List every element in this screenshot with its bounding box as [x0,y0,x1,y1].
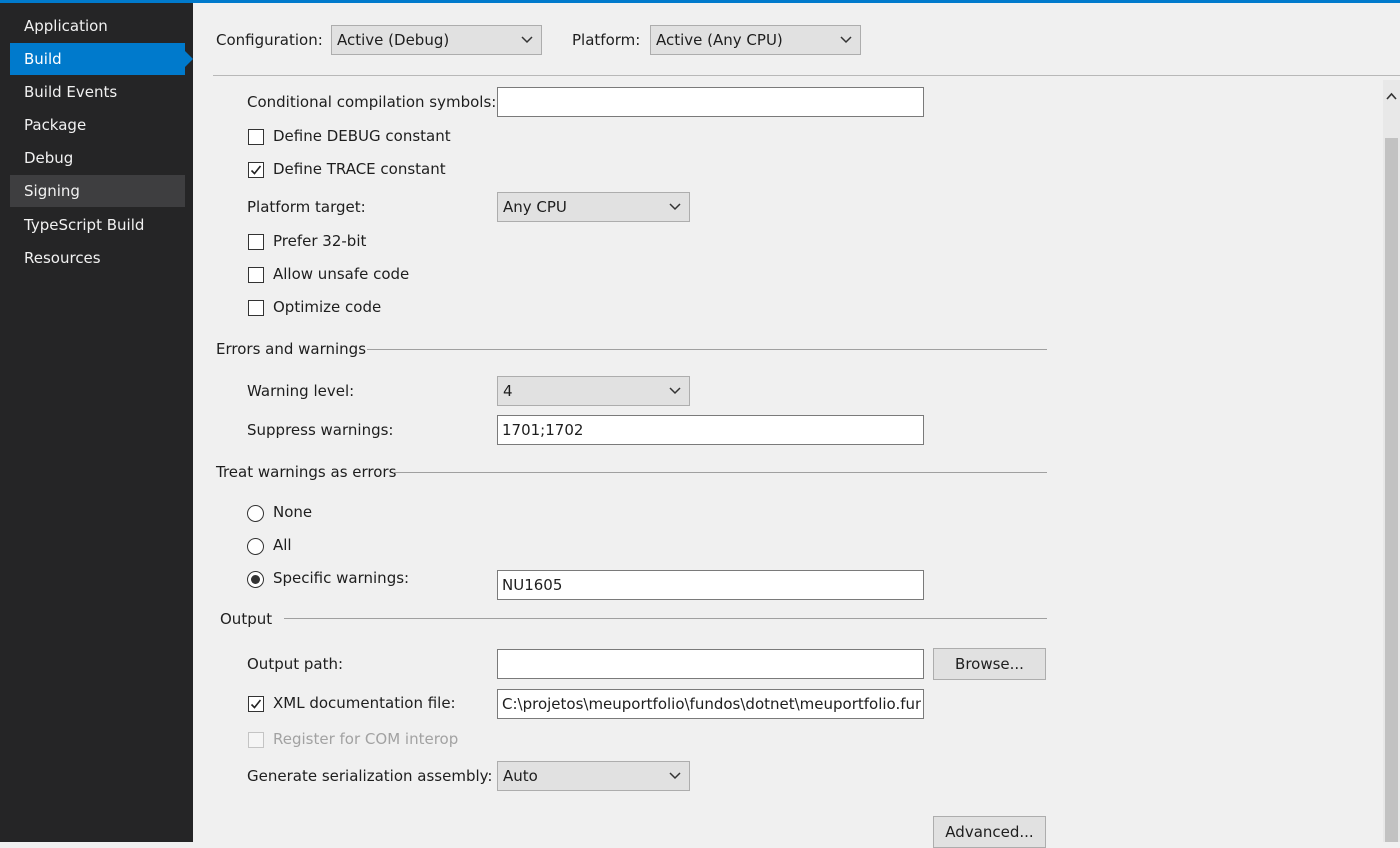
advanced-button[interactable]: Advanced... [933,816,1046,848]
xml-doc-path-input[interactable] [497,689,924,719]
define-trace-label: Define TRACE constant [273,160,446,178]
errors-section-line [367,349,1047,350]
chevron-down-icon [840,36,852,44]
platform-target-value: Any CPU [503,198,567,216]
define-debug-checkbox[interactable] [248,129,264,145]
warning-level-dropdown[interactable]: 4 [497,376,690,406]
register-com-checkbox [248,732,264,748]
radio-selected-dot [251,575,260,584]
warning-level-label: Warning level: [247,382,355,400]
prefer-32bit-label: Prefer 32-bit [273,232,367,250]
xml-doc-label: XML documentation file: [273,694,456,712]
configuration-dropdown[interactable]: Active (Debug) [331,25,542,55]
header-divider [213,75,1400,76]
output-section-line [284,618,1047,619]
radio-all[interactable] [247,538,264,555]
configuration-label: Configuration: [216,31,323,49]
output-heading: Output [220,610,273,628]
platform-target-dropdown[interactable]: Any CPU [497,192,690,222]
scroll-up-arrow-icon[interactable] [1383,88,1400,104]
browse-button[interactable]: Browse... [933,648,1046,680]
allow-unsafe-checkbox[interactable] [248,267,264,283]
sidebar-item-build[interactable]: Build [10,43,193,75]
checkmark-icon [250,165,262,175]
sidebar-item-application[interactable]: Application [10,10,185,42]
radio-all-label: All [273,536,292,554]
prefer-32bit-checkbox[interactable] [248,234,264,250]
platform-target-label: Platform target: [247,198,366,216]
platform-label: Platform: [572,31,641,49]
errors-warnings-heading: Errors and warnings [216,340,367,358]
output-path-input[interactable] [497,649,924,679]
chevron-down-icon [669,772,681,780]
sidebar-item-package[interactable]: Package [10,109,185,141]
checkmark-icon [250,699,262,709]
platform-dropdown[interactable]: Active (Any CPU) [650,25,861,55]
chevron-down-icon [669,203,681,211]
define-trace-checkbox[interactable] [248,162,264,178]
sidebar-item-typescript-build[interactable]: TypeScript Build [10,209,185,241]
conditional-symbols-input[interactable] [497,87,924,117]
suppress-warnings-label: Suppress warnings: [247,421,394,439]
register-com-label: Register for COM interop [273,730,459,748]
conditional-symbols-label: Conditional compilation symbols: [247,93,497,111]
radio-specific-warnings[interactable] [247,571,264,588]
vertical-scrollbar[interactable] [1383,80,1400,842]
chevron-down-icon [669,387,681,395]
sidebar: Application Build Build Events Package D… [0,3,193,842]
warning-level-value: 4 [503,382,513,400]
define-debug-label: Define DEBUG constant [273,127,451,145]
serialization-label: Generate serialization assembly: [247,767,493,785]
optimize-code-checkbox[interactable] [248,300,264,316]
chevron-down-icon [521,36,533,44]
xml-doc-checkbox[interactable] [248,696,264,712]
scrollbar-thumb[interactable] [1385,138,1398,842]
suppress-warnings-input[interactable] [497,415,924,445]
treat-section-line [393,472,1047,473]
sidebar-item-build-events[interactable]: Build Events [10,76,185,108]
radio-none[interactable] [247,505,264,522]
sidebar-item-signing[interactable]: Signing [10,175,185,207]
accent-top-bar [0,0,1400,3]
serialization-value: Auto [503,767,538,785]
optimize-code-label: Optimize code [273,298,382,316]
radio-specific-label: Specific warnings: [273,569,410,587]
specific-warnings-input[interactable] [497,570,924,600]
sidebar-item-debug[interactable]: Debug [10,142,185,174]
treat-warnings-heading: Treat warnings as errors [216,463,397,481]
platform-value: Active (Any CPU) [656,31,783,49]
allow-unsafe-label: Allow unsafe code [273,265,410,283]
serialization-dropdown[interactable]: Auto [497,761,690,791]
radio-none-label: None [273,503,313,521]
output-path-label: Output path: [247,655,344,673]
configuration-value: Active (Debug) [337,31,450,49]
sidebar-item-resources[interactable]: Resources [10,242,185,274]
